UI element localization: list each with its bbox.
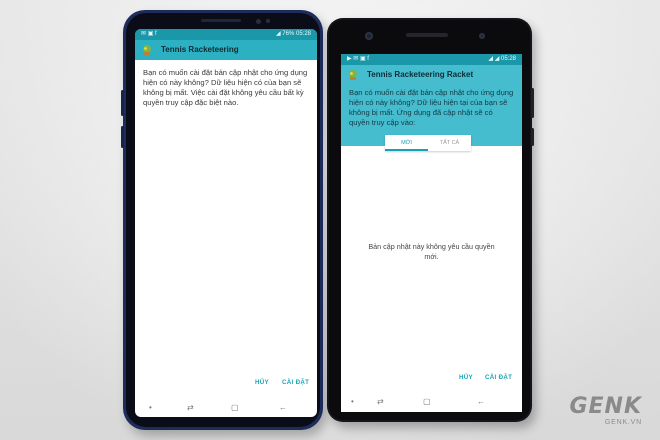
phone-right-bezel: ▶ ✉ ▣ f ◢ ◢ 05:28 Tennis Racketeering Ra…: [329, 20, 530, 420]
phone-left: ✉ ▣ f ◢ 76% 05:28 Tennis Racketeering Bạ…: [121, 10, 323, 430]
install-button[interactable]: CÀI ĐẶT: [282, 379, 309, 386]
proximity-sensor: [266, 19, 270, 23]
status-bar: ✉ ▣ f ◢ 76% 05:28: [135, 29, 317, 40]
status-bar: ▶ ✉ ▣ f ◢ ◢ 05:28: [341, 54, 522, 65]
app-icon: [349, 70, 357, 80]
phone-left-screen: ✉ ▣ f ◢ 76% 05:28 Tennis Racketeering Bạ…: [135, 29, 317, 417]
status-right: ◢ 76% 05:28: [276, 29, 311, 40]
back-icon[interactable]: ←: [477, 397, 485, 407]
recents-icon[interactable]: ⇄: [187, 403, 194, 413]
volume-button: [121, 90, 124, 116]
status-right: ◢ ◢ 05:28: [488, 54, 516, 65]
install-button[interactable]: CÀI ĐẶT: [485, 374, 512, 381]
phone-right: ▶ ✉ ▣ f ◢ ◢ 05:28 Tennis Racketeering Ra…: [327, 18, 534, 422]
signal-battery-icon: ◢ 76%: [276, 31, 295, 37]
genk-logo: GENK: [569, 394, 642, 419]
dialog-message: Bạn có muốn cài đặt bản cập nhật cho ứng…: [143, 68, 308, 107]
earpiece-speaker: [406, 33, 448, 37]
home-icon[interactable]: ▢: [423, 397, 431, 407]
signal-icon: ◢ ◢: [488, 56, 500, 62]
home-icon[interactable]: ▢: [231, 403, 239, 413]
permission-tabs: MỚI TẤT CẢ: [385, 135, 471, 151]
tab-all[interactable]: TẤT CẢ: [428, 135, 471, 151]
volume-button: [531, 88, 534, 118]
recents-icon[interactable]: ⇄: [377, 397, 384, 407]
power-button: [531, 128, 534, 146]
bixby-button: [121, 126, 124, 148]
front-camera: [365, 32, 373, 40]
cancel-button[interactable]: HỦY: [459, 374, 473, 381]
dialog-message: Bạn có muốn cài đặt bản cập nhật cho ứng…: [349, 88, 514, 127]
back-icon[interactable]: ←: [279, 403, 287, 413]
notification-icons: ▶ ✉ ▣ f: [347, 56, 369, 62]
phone-right-screen: ▶ ✉ ▣ f ◢ ◢ 05:28 Tennis Racketeering Ra…: [341, 54, 522, 412]
no-permissions-message: Bản cập nhật này không yêu cầu quyền mới…: [368, 242, 495, 261]
notification-icons: ✉ ▣ f: [141, 31, 157, 37]
genk-url: GENK.VN: [604, 419, 642, 426]
app-title: Tennis Racketeering: [161, 45, 239, 54]
dialog-header: Tennis Racketeering Racket Bạn có muốn c…: [341, 65, 522, 146]
app-icon: [143, 45, 151, 55]
clock: 05:28: [295, 31, 311, 37]
app-title: Tennis Racketeering Racket: [367, 70, 474, 79]
tab-new[interactable]: MỚI: [385, 135, 428, 151]
nav-dot-icon[interactable]: •: [149, 403, 152, 413]
nav-dot-icon[interactable]: •: [351, 397, 354, 407]
genk-watermark: GENK GENK.VN: [569, 394, 642, 427]
app-bar: Tennis Racketeering: [135, 40, 317, 60]
phone-left-bezel: ✉ ▣ f ◢ 76% 05:28 Tennis Racketeering Bạ…: [126, 13, 320, 427]
clock: 05:28: [500, 56, 516, 62]
cancel-button[interactable]: HỦY: [255, 379, 269, 386]
front-flash-icon: [479, 33, 485, 39]
earpiece-speaker: [201, 19, 241, 22]
front-camera: [256, 19, 261, 24]
